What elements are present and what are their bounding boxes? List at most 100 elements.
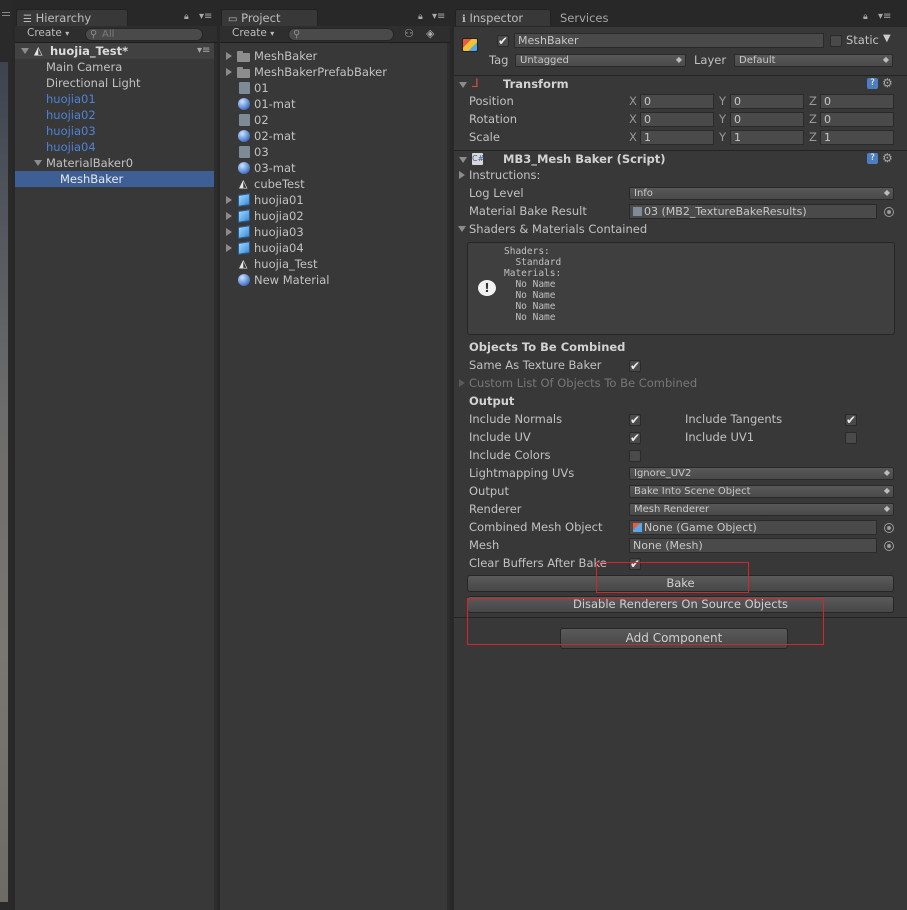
shaders-materials-label[interactable]: Shaders & Materials Contained bbox=[469, 221, 647, 237]
object-name-field[interactable]: MeshBaker bbox=[514, 33, 824, 48]
lock-icon[interactable]: 🔒︎ bbox=[184, 12, 189, 22]
project-item[interactable]: 01 bbox=[220, 80, 447, 96]
include-colors-checkbox[interactable] bbox=[629, 450, 641, 462]
project-item[interactable]: 03 bbox=[220, 144, 447, 160]
expand-arrow-icon[interactable] bbox=[226, 244, 232, 252]
axis-label-z: Z bbox=[809, 130, 817, 144]
log-level-dropdown[interactable]: Info ◆ bbox=[629, 187, 894, 200]
filter-by-type-icon[interactable]: ⚇ bbox=[404, 27, 414, 40]
project-item[interactable]: 01-mat bbox=[220, 96, 447, 112]
instructions-foldout-icon[interactable] bbox=[459, 171, 465, 179]
mesh-field[interactable]: None (Mesh) bbox=[629, 538, 877, 553]
lock-icon[interactable]: 🔒︎ bbox=[863, 12, 868, 22]
transform-x-field[interactable]: 0 bbox=[640, 112, 714, 127]
hierarchy-item[interactable]: Directional Light bbox=[15, 75, 214, 91]
project-create-button[interactable]: Create ▾ bbox=[232, 27, 274, 42]
static-dropdown-icon[interactable]: ▼ bbox=[883, 33, 891, 44]
active-checkbox[interactable]: ✔ bbox=[497, 35, 509, 47]
panel-menu-icon[interactable]: ▾≡ bbox=[199, 11, 212, 22]
project-item[interactable]: New Material bbox=[220, 272, 447, 288]
expand-arrow-icon[interactable] bbox=[226, 212, 232, 220]
project-item[interactable]: 02-mat bbox=[220, 128, 447, 144]
project-item[interactable]: huojia02 bbox=[220, 208, 447, 224]
output-dropdown[interactable]: Bake Into Scene Object ◆ bbox=[629, 485, 894, 498]
transform-y-field[interactable]: 0 bbox=[730, 94, 804, 109]
custom-list-foldout-icon[interactable] bbox=[459, 379, 465, 387]
transform-y-field[interactable]: 0 bbox=[730, 112, 804, 127]
lightmapping-uvs-dropdown[interactable]: Ignore_UV2 ◆ bbox=[629, 467, 894, 480]
folder-icon bbox=[237, 51, 250, 62]
combined-mesh-object-field[interactable]: None (Game Object) bbox=[629, 520, 877, 535]
transform-header[interactable]: ⅃ Transform ? ⚙ bbox=[454, 76, 907, 94]
filter-by-label-icon[interactable]: ◈ bbox=[426, 27, 434, 40]
object-picker-icon[interactable] bbox=[884, 541, 894, 551]
expand-arrow-icon[interactable] bbox=[21, 48, 29, 54]
project-item[interactable]: huojia04 bbox=[220, 240, 447, 256]
expand-arrow-icon[interactable] bbox=[226, 196, 232, 204]
hierarchy-item[interactable]: huojia03 bbox=[15, 123, 214, 139]
project-item[interactable]: 03-mat bbox=[220, 160, 447, 176]
custom-list-label: Custom List Of Objects To Be Combined bbox=[469, 376, 698, 390]
expand-arrow-icon[interactable] bbox=[459, 82, 467, 88]
hierarchy-item[interactable]: MaterialBaker0 bbox=[15, 155, 214, 171]
tag-dropdown[interactable]: Untagged ◆ bbox=[515, 54, 686, 67]
hierarchy-item[interactable]: Main Camera bbox=[15, 59, 214, 75]
project-search-input[interactable]: ⚲ bbox=[288, 28, 394, 41]
expand-arrow-icon[interactable] bbox=[226, 68, 232, 76]
layer-dropdown[interactable]: Default ◆ bbox=[734, 54, 893, 67]
tab-services[interactable]: Services bbox=[554, 10, 615, 27]
help-book-icon[interactable]: ? bbox=[867, 78, 878, 89]
expand-arrow-icon[interactable] bbox=[459, 157, 467, 163]
transform-x-field[interactable]: 1 bbox=[640, 130, 714, 145]
material-bake-result-field[interactable]: 03 (MB2_TextureBakeResults) bbox=[629, 204, 877, 219]
expand-arrow-icon[interactable] bbox=[226, 228, 232, 236]
tab-hierarchy[interactable]: ☰ Hierarchy bbox=[16, 9, 128, 26]
transform-z-field[interactable]: 0 bbox=[820, 112, 894, 127]
transform-y-field[interactable]: 1 bbox=[730, 130, 804, 145]
include-uv-checkbox[interactable]: ✔ bbox=[629, 432, 641, 444]
include-uv1-checkbox[interactable] bbox=[845, 432, 857, 444]
scene-menu-icon[interactable]: ▾≡ bbox=[197, 43, 210, 59]
project-item[interactable]: MeshBaker bbox=[220, 48, 447, 64]
project-item[interactable]: huojia01 bbox=[220, 192, 447, 208]
transform-icon: ⅃ bbox=[472, 76, 479, 90]
gear-icon[interactable]: ⚙ bbox=[882, 76, 893, 90]
hierarchy-item-label: huojia04 bbox=[46, 140, 96, 154]
shaders-foldout-icon[interactable] bbox=[458, 226, 466, 232]
object-picker-icon[interactable] bbox=[884, 207, 894, 217]
prefab-icon bbox=[238, 241, 250, 255]
gear-icon[interactable]: ⚙ bbox=[882, 151, 893, 165]
tab-project[interactable]: ▭ Project bbox=[221, 9, 318, 26]
hierarchy-item[interactable]: MeshBaker bbox=[15, 171, 214, 187]
object-picker-icon[interactable] bbox=[884, 523, 894, 533]
hierarchy-item[interactable]: huojia04 bbox=[15, 139, 214, 155]
project-item[interactable]: 02 bbox=[220, 112, 447, 128]
transform-z-field[interactable]: 0 bbox=[820, 94, 894, 109]
hierarchy-item[interactable]: huojia02 bbox=[15, 107, 214, 123]
scene-row[interactable]: ◭ huojia_Test* ▾≡ bbox=[15, 43, 217, 59]
material-icon bbox=[238, 98, 250, 110]
include-tangents-checkbox[interactable]: ✔ bbox=[845, 414, 857, 426]
hierarchy-create-button[interactable]: Create ▾ bbox=[27, 27, 69, 42]
transform-x-field[interactable]: 0 bbox=[640, 94, 714, 109]
panel-menu-icon[interactable]: ▾≡ bbox=[878, 11, 891, 22]
panel-menu-icon[interactable]: ▾≡ bbox=[432, 11, 445, 22]
lock-icon[interactable]: 🔒︎ bbox=[418, 12, 423, 22]
project-item[interactable]: MeshBakerPrefabBaker bbox=[220, 64, 447, 80]
project-item[interactable]: ◭ cubeTest bbox=[220, 176, 447, 192]
tab-inspector[interactable]: ℹ Inspector bbox=[455, 9, 551, 26]
transform-z-field[interactable]: 1 bbox=[820, 130, 894, 145]
expand-arrow-icon[interactable] bbox=[34, 160, 42, 166]
include-normals-checkbox[interactable]: ✔ bbox=[629, 414, 641, 426]
static-checkbox[interactable] bbox=[830, 35, 842, 47]
hierarchy-search-input[interactable]: ⚲ All bbox=[85, 28, 203, 41]
same-as-texture-baker-checkbox[interactable]: ✔ bbox=[629, 360, 641, 372]
project-item[interactable]: huojia03 bbox=[220, 224, 447, 240]
help-book-icon[interactable]: ? bbox=[867, 153, 878, 164]
hierarchy-item[interactable]: huojia01 bbox=[15, 91, 214, 107]
expand-arrow-icon[interactable] bbox=[226, 52, 232, 60]
project-item[interactable]: ◭ huojia_Test bbox=[220, 256, 447, 272]
renderer-dropdown[interactable]: Mesh Renderer ◆ bbox=[629, 503, 894, 516]
axis-label-y: Y bbox=[719, 130, 727, 144]
instructions-label[interactable]: Instructions: bbox=[469, 167, 540, 183]
